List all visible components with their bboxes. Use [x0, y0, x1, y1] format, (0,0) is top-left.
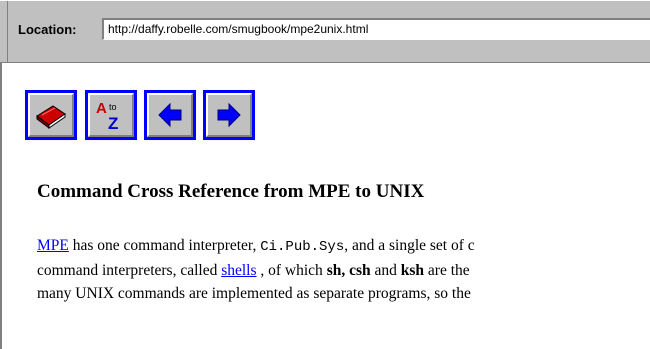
bold-ksh: ksh	[400, 262, 425, 279]
to-glyph: to	[109, 102, 117, 112]
toolbar-grip[interactable]	[0, 1, 8, 62]
arrow-left-icon	[158, 102, 182, 128]
next-button[interactable]	[203, 90, 255, 140]
arrow-right-icon	[217, 102, 241, 128]
text-segment: and	[370, 262, 401, 279]
previous-button[interactable]	[144, 90, 196, 140]
location-toolbar: Location: http://daffy.robelle.com/smugb…	[0, 0, 650, 63]
ci-pub-sys-code: Ci.Pub.Sys	[260, 239, 345, 255]
shells-link[interactable]: shells	[221, 262, 256, 279]
text-segment: has one command interpreter,	[68, 237, 261, 254]
text-segment: , of which	[256, 262, 327, 279]
mpe-link[interactable]: MPE	[37, 237, 69, 254]
text-segment: many UNIX commands are implemented as se…	[37, 285, 471, 302]
paragraph-line-2: command interpreters, called shells , of…	[37, 259, 650, 282]
paragraph-line-3: many UNIX commands are implemented as se…	[37, 282, 650, 305]
bold-shell-names: sh, csh	[326, 262, 371, 279]
text-segment: are the	[424, 262, 470, 279]
intro-paragraph: MPE has one command interpreter, Ci.Pub.…	[37, 234, 650, 305]
page-content: A to Z Command Cross Reference from MPE …	[0, 63, 650, 349]
location-label: Location:	[18, 22, 77, 37]
contents-button[interactable]	[25, 90, 77, 140]
text-segment: , and a single set of c	[344, 237, 475, 254]
page-title: Command Cross Reference from MPE to UNIX	[37, 181, 425, 202]
paragraph-line-1: MPE has one command interpreter, Ci.Pub.…	[37, 234, 650, 259]
book-icon	[36, 105, 66, 129]
text-segment: command interpreters, called	[37, 262, 222, 279]
a-glyph: A	[96, 100, 107, 117]
index-button[interactable]: A to Z	[85, 90, 137, 140]
a-to-z-icon: A to Z	[96, 100, 118, 132]
location-url-field[interactable]: http://daffy.robelle.com/smugbook/mpe2un…	[102, 18, 650, 40]
z-glyph: Z	[108, 114, 118, 132]
